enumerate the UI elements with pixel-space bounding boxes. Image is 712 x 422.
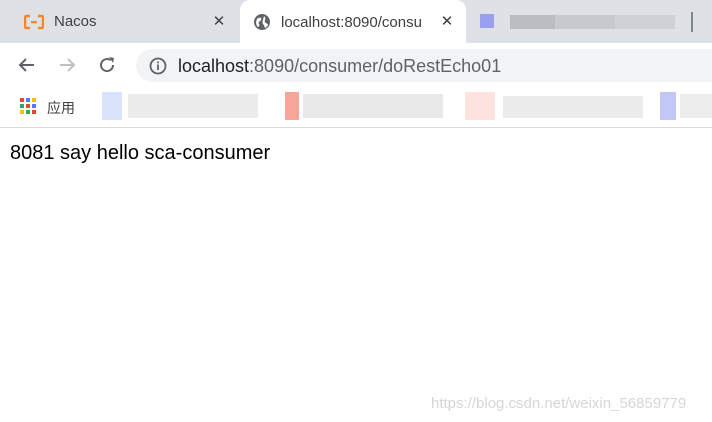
close-icon[interactable]: ✕ xyxy=(438,12,456,30)
blurred-title xyxy=(510,15,555,29)
info-icon[interactable] xyxy=(148,56,168,76)
apps-grid-icon[interactable] xyxy=(20,98,36,114)
response-text: 8081 say hello sca-consumer xyxy=(10,142,271,164)
arrow-back-icon xyxy=(17,55,37,75)
blurred-title xyxy=(555,15,615,29)
tab-separator xyxy=(691,12,693,32)
url-text[interactable]: localhost:8090/consumer/doRestEcho01 xyxy=(178,56,501,77)
url-path: :8090/consumer/doRestEcho01 xyxy=(249,56,502,76)
address-bar[interactable]: localhost:8090/consumer/doRestEcho01 xyxy=(136,49,712,82)
blurred-title xyxy=(615,15,675,29)
toolbar: localhost:8090/consumer/doRestEcho01 xyxy=(0,43,712,88)
forward-button[interactable] xyxy=(54,52,80,78)
tab-localhost[interactable]: localhost:8090/consu ✕ xyxy=(240,0,466,44)
arrow-forward-icon xyxy=(57,55,77,75)
reload-icon xyxy=(97,55,117,75)
blurred-bookmark[interactable] xyxy=(463,88,653,128)
close-icon[interactable]: ✕ xyxy=(210,12,228,30)
tab-title: Nacos xyxy=(54,13,97,30)
tab-strip: Nacos ✕ localhost:8090/consu ✕ xyxy=(0,0,712,44)
reload-button[interactable] xyxy=(94,52,120,78)
blurred-favicon xyxy=(480,14,494,28)
tab-title: localhost:8090/consu xyxy=(281,13,422,31)
bookmarks-bar: 应用 xyxy=(0,88,712,128)
tab-nacos[interactable]: Nacos ✕ xyxy=(0,0,240,43)
alibaba-cloud-icon xyxy=(23,14,45,30)
globe-icon xyxy=(253,13,271,31)
blurred-bookmark[interactable] xyxy=(660,88,712,128)
blurred-tab[interactable] xyxy=(478,0,688,43)
back-button[interactable] xyxy=(14,52,40,78)
apps-label[interactable]: 应用 xyxy=(47,98,75,118)
watermark: https://blog.csdn.net/weixin_56859779 xyxy=(431,395,687,412)
url-host: localhost xyxy=(178,56,250,76)
blurred-bookmark[interactable] xyxy=(88,88,270,128)
blurred-bookmark[interactable] xyxy=(283,88,453,128)
